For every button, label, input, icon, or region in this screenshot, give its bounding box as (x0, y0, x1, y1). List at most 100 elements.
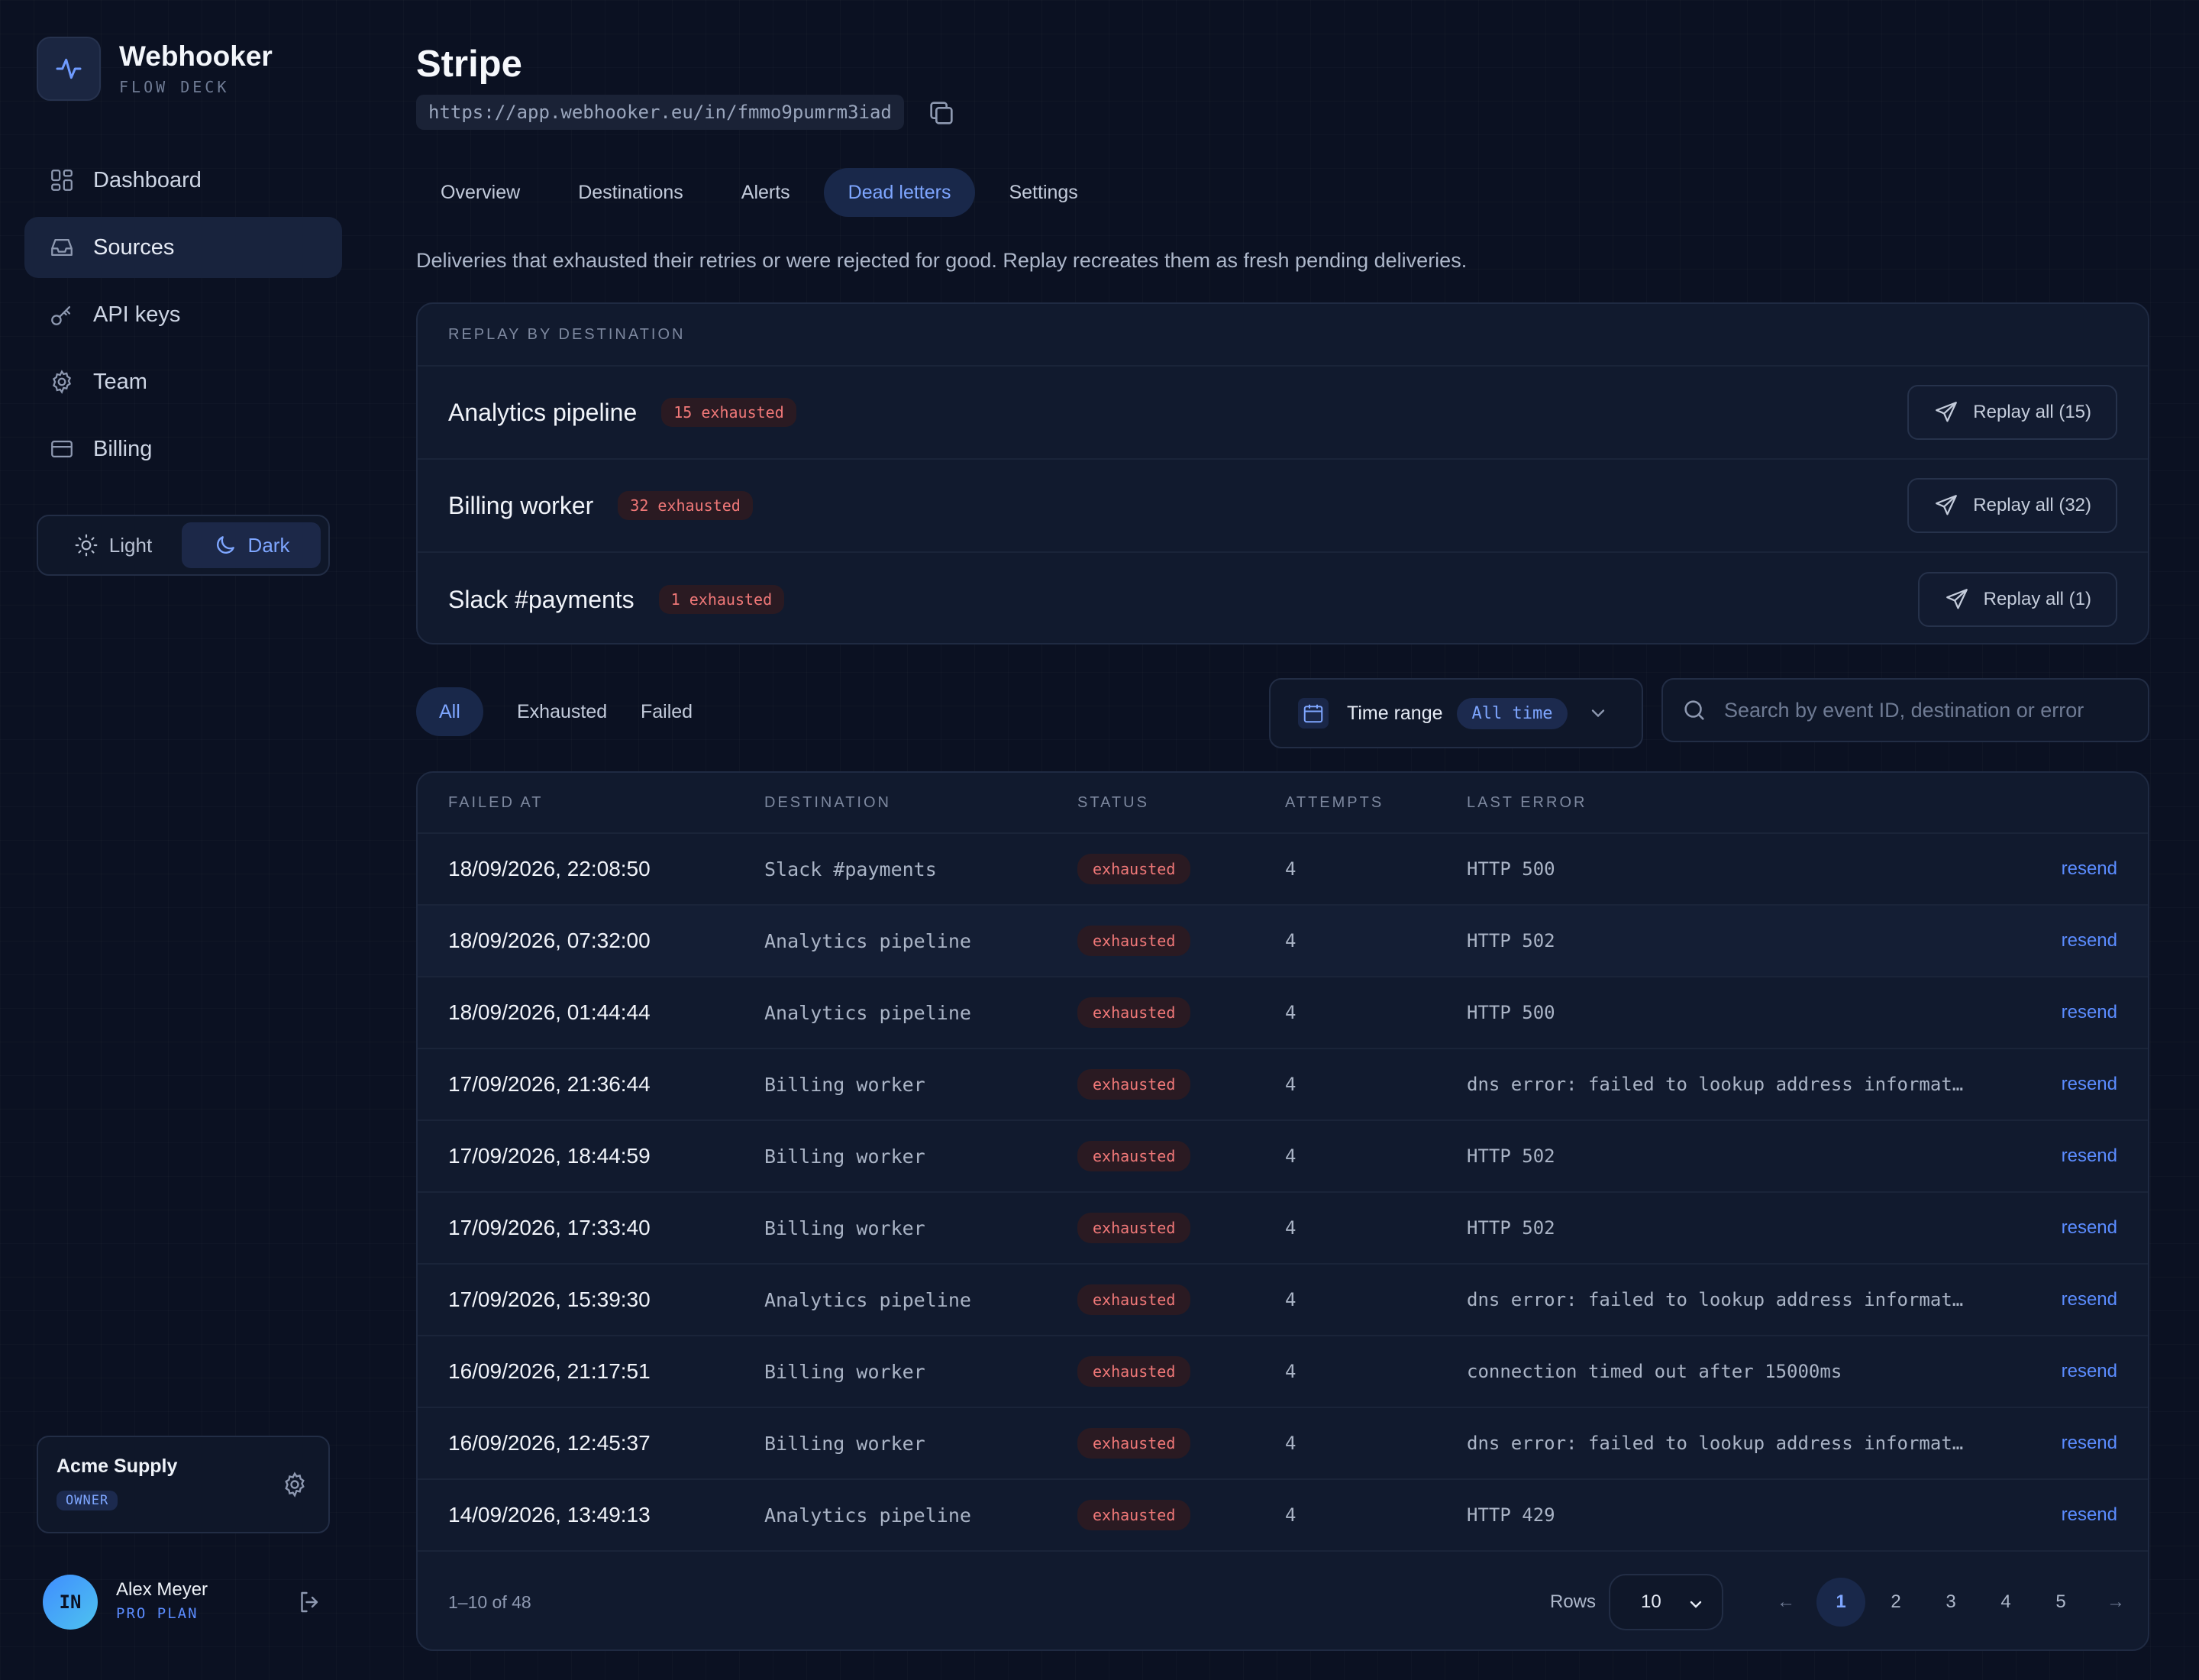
theme-light-label: Light (108, 533, 153, 557)
resend-link[interactable]: resend (2062, 1074, 2117, 1095)
cell-attempts: 4 (1285, 1145, 1296, 1167)
next-page-button[interactable]: → (2091, 1578, 2140, 1627)
resend-link[interactable]: resend (2062, 1145, 2117, 1167)
rows-per-page-select[interactable]: 10 (1609, 1574, 1723, 1630)
filter-tab-exhausted[interactable]: Exhausted (491, 687, 633, 736)
brand-subtitle: FLOW DECK (119, 78, 230, 96)
table-row[interactable]: 17/09/2026, 17:33:40 Billing worker exhaus… (418, 1193, 2148, 1265)
chevron-down-icon (1587, 703, 1609, 724)
column-header-destination[interactable]: DESTINATION (764, 794, 891, 812)
key-icon (49, 302, 75, 328)
search-box[interactable] (1661, 678, 2149, 742)
replay-all-label: Replay all (1) (1983, 589, 2091, 609)
page-description: Deliveries that exhausted their retries … (416, 249, 1468, 272)
table-row[interactable]: 17/09/2026, 21:36:44 Billing worker exhaus… (418, 1049, 2148, 1121)
cell-failed-at: 17/09/2026, 18:44:59 (448, 1144, 651, 1168)
resend-link[interactable]: resend (2062, 858, 2117, 880)
table-row[interactable]: 18/09/2026, 22:08:50 Slack #payments exhau… (418, 834, 2148, 906)
org-settings-gear-icon[interactable] (281, 1471, 308, 1498)
status-badge: exhausted (1077, 1284, 1191, 1315)
time-range-value: All time (1456, 697, 1568, 729)
cell-status: exhausted (1077, 1428, 1191, 1459)
sidebar-item-label: Billing (93, 436, 153, 461)
resend-link[interactable]: resend (2062, 1433, 2117, 1454)
search-input[interactable] (1723, 697, 2138, 723)
cell-status: exhausted (1077, 1500, 1191, 1530)
resend-link[interactable]: resend (2062, 1289, 2117, 1310)
replay-all-button[interactable]: Replay all (15) (1907, 385, 2117, 440)
column-header-failed-at[interactable]: FAILED AT (448, 794, 543, 812)
column-header-last-error[interactable]: LAST ERROR (1467, 794, 1587, 812)
prev-page-button[interactable]: ← (1761, 1578, 1810, 1627)
table-row[interactable]: 18/09/2026, 01:44:44 Analytics pipeline ex… (418, 977, 2148, 1049)
tab-dead-letters[interactable]: Dead letters (823, 168, 976, 217)
send-icon (1944, 586, 1984, 612)
sidebar-item-billing[interactable]: Billing (24, 418, 342, 480)
table-row[interactable]: 18/09/2026, 07:32:00 Analytics pipeline ex… (418, 906, 2148, 977)
destination-name: Slack #payments (448, 585, 635, 613)
page-5-button[interactable]: 5 (2036, 1578, 2085, 1627)
tab-settings[interactable]: Settings (984, 168, 1102, 217)
cell-attempts: 4 (1285, 858, 1296, 880)
replay-row: Slack #payments 1 exhausted Replay all (… (418, 553, 2148, 643)
cell-failed-at: 18/09/2026, 01:44:44 (448, 1000, 651, 1024)
filter-tab-all[interactable]: All (416, 687, 483, 736)
table-row[interactable]: 16/09/2026, 12:45:37 Billing worker exhaus… (418, 1408, 2148, 1480)
avatar[interactable]: IN (43, 1575, 98, 1630)
resend-link[interactable]: resend (2062, 1217, 2117, 1239)
page-2-button[interactable]: 2 (1871, 1578, 1920, 1627)
user-profile: IN Alex Meyer PRO PLAN (43, 1572, 333, 1633)
time-range-select[interactable]: Time range All time (1269, 678, 1643, 748)
tab-alerts[interactable]: Alerts (717, 168, 815, 217)
theme-dark-button[interactable]: Dark (182, 522, 321, 568)
resend-link[interactable]: resend (2062, 1002, 2117, 1023)
table-row[interactable]: 17/09/2026, 18:44:59 Billing worker exhaus… (418, 1121, 2148, 1193)
pagination: ← 1 2 3 4 5 → (1761, 1578, 2146, 1627)
column-header-status[interactable]: STATUS (1077, 794, 1149, 812)
replay-all-button[interactable]: Replay all (32) (1907, 478, 2117, 533)
cell-destination: Billing worker (764, 1432, 925, 1455)
logout-icon[interactable] (296, 1588, 324, 1616)
replay-all-label: Replay all (15) (1973, 402, 2091, 422)
replay-all-button[interactable]: Replay all (1) (1917, 572, 2117, 627)
brand-name: Webhooker (119, 40, 273, 72)
filter-tab-failed[interactable]: Failed (615, 687, 718, 736)
cell-destination: Analytics pipeline (764, 1001, 971, 1024)
cell-failed-at: 16/09/2026, 12:45:37 (448, 1431, 651, 1455)
page-1-button[interactable]: 1 (1816, 1578, 1865, 1627)
rows-per-page-value: 10 (1641, 1591, 1661, 1612)
copy-icon[interactable] (926, 98, 957, 128)
table-row[interactable]: 14/09/2026, 13:49:13 Analytics pipeline ex… (418, 1480, 2148, 1552)
destination-name: Billing worker (448, 491, 594, 519)
sidebar-item-api-keys[interactable]: API keys (24, 284, 342, 345)
sidebar-item-team[interactable]: Team (24, 351, 342, 412)
source-url[interactable]: https://app.webhooker.eu/in/fmmo9pumrm3i… (416, 95, 904, 130)
resend-link[interactable]: resend (2062, 1361, 2117, 1382)
cell-attempts: 4 (1285, 1217, 1296, 1239)
cell-attempts: 4 (1285, 1433, 1296, 1454)
cell-last-error: HTTP 429 (1467, 1504, 1555, 1526)
resend-link[interactable]: resend (2062, 930, 2117, 951)
page-4-button[interactable]: 4 (1981, 1578, 2030, 1627)
tab-overview[interactable]: Overview (416, 168, 544, 217)
sidebar-item-dashboard[interactable]: Dashboard (24, 150, 342, 211)
page-3-button[interactable]: 3 (1926, 1578, 1975, 1627)
cell-attempts: 4 (1285, 1002, 1296, 1023)
column-header-attempts[interactable]: ATTEMPTS (1285, 794, 1384, 812)
theme-light-button[interactable]: Light (44, 522, 182, 568)
sidebar-item-sources[interactable]: Sources (24, 217, 342, 278)
org-card[interactable]: Acme Supply OWNER (37, 1436, 330, 1533)
cell-status: exhausted (1077, 854, 1191, 884)
exhausted-badge: 15 exhausted (661, 398, 796, 427)
dead-letters-table: FAILED AT DESTINATION STATUS ATTEMPTS LA… (416, 771, 2149, 1651)
table-row[interactable]: 16/09/2026, 21:17:51 Billing worker exhaus… (418, 1336, 2148, 1408)
tab-destinations[interactable]: Destinations (554, 168, 708, 217)
brand[interactable]: Webhooker FLOW DECK (37, 37, 273, 101)
cell-destination: Slack #payments (764, 858, 937, 880)
send-icon (1933, 493, 1973, 519)
time-range-label: Time range (1347, 702, 1443, 724)
cell-destination: Analytics pipeline (764, 929, 971, 952)
cell-attempts: 4 (1285, 1504, 1296, 1526)
resend-link[interactable]: resend (2062, 1504, 2117, 1526)
table-row[interactable]: 17/09/2026, 15:39:30 Analytics pipeline ex… (418, 1265, 2148, 1336)
